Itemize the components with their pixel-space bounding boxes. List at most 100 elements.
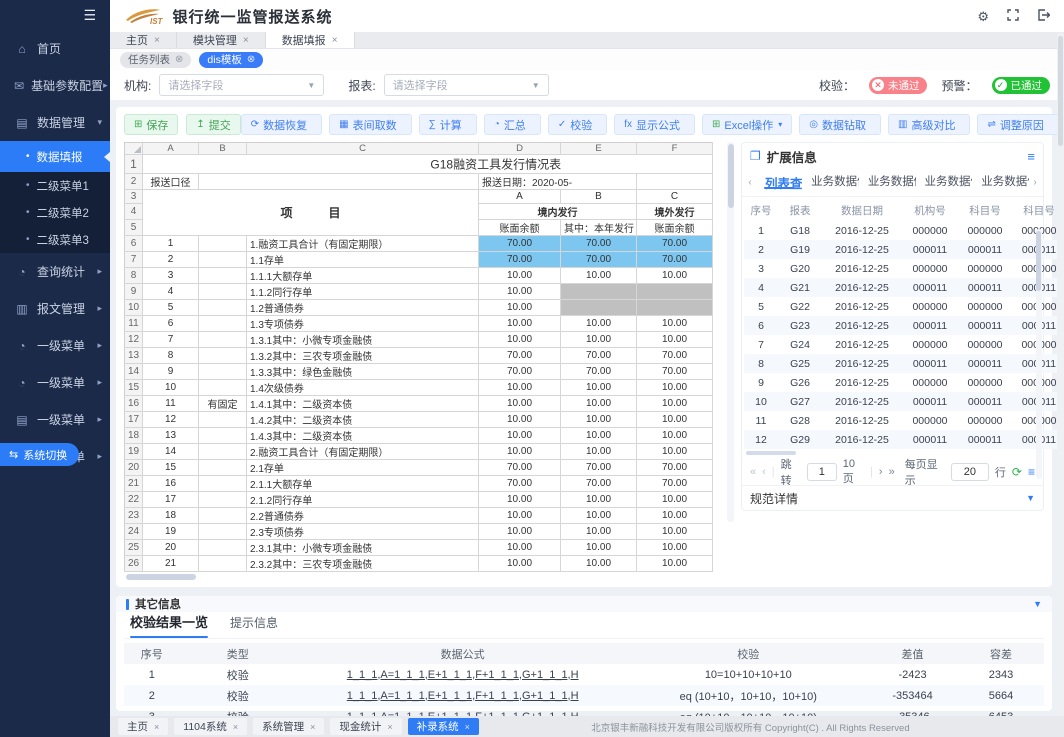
item-label-cell[interactable]: 2.2普通债券 [247, 508, 479, 524]
value-cell[interactable]: 10.00 [479, 444, 561, 460]
sheet-row-number[interactable]: 15 [125, 380, 143, 396]
seq-cell[interactable]: 6 [143, 316, 199, 332]
item-label-cell[interactable]: 2.1.1大额存单 [247, 476, 479, 492]
column-settings-icon[interactable]: ≡ [1028, 465, 1035, 479]
seq-cell[interactable]: 5 [143, 300, 199, 316]
value-cell[interactable]: 10.00 [561, 556, 637, 572]
group-cell[interactable] [199, 556, 247, 572]
toolbar-button[interactable]: ↥ 提交 [186, 114, 240, 135]
value-cell[interactable]: 70.00 [479, 476, 561, 492]
value-cell[interactable] [561, 284, 637, 300]
item-label-cell[interactable]: 1.4.1其中：二级资本债 [247, 396, 479, 412]
group-cell[interactable] [199, 460, 247, 476]
sheet-row-number[interactable]: 5 [125, 220, 143, 236]
page-scrollbar[interactable] [1057, 33, 1064, 715]
item-label-cell[interactable]: 2.3专项债券 [247, 524, 479, 540]
sidebar-item[interactable]: ▤ 数据管理 ▾ [0, 104, 110, 141]
window-tab[interactable]: 主页 × [110, 32, 177, 48]
close-icon[interactable]: × [387, 722, 392, 732]
sidebar-subitem[interactable]: • 数据填报 [0, 141, 110, 172]
sheet-col-letter[interactable]: A [143, 143, 199, 155]
toolbar-button[interactable]: ∑ 计算 [419, 114, 477, 135]
sheet-row-number[interactable]: 17 [125, 412, 143, 428]
chevron-down-icon[interactable]: ▼ [1026, 493, 1035, 503]
system-switch-button[interactable]: ⇆ 系统切换 [0, 443, 79, 466]
panel-tab[interactable]: 业务数据修改 [859, 173, 916, 189]
toolbar-button[interactable]: ◔ 汇总 [484, 114, 541, 135]
close-icon[interactable]: × [154, 722, 159, 732]
group-cell[interactable] [199, 348, 247, 364]
report-date-cell[interactable]: 报送日期：2020-05- [479, 174, 637, 190]
sheet-col-letter[interactable]: C [247, 143, 479, 155]
seq-cell[interactable]: 12 [143, 412, 199, 428]
sheet-row-number[interactable]: 10 [125, 300, 143, 316]
chevron-left-icon[interactable]: ‹ [744, 177, 756, 188]
value-cell[interactable]: 70.00 [479, 236, 561, 252]
sidebar-item[interactable]: ▥ 报文管理 ▸ [0, 290, 110, 327]
group-cell[interactable] [199, 252, 247, 268]
seq-cell[interactable]: 2 [143, 252, 199, 268]
seq-cell[interactable]: 1 [143, 236, 199, 252]
value-cell[interactable]: 10.00 [637, 412, 713, 428]
value-cell[interactable]: 10.00 [637, 332, 713, 348]
close-icon[interactable]: × [332, 35, 338, 46]
seq-cell[interactable]: 14 [143, 444, 199, 460]
footer-tab[interactable]: 系统管理 × [253, 718, 324, 735]
item-label-cell[interactable]: 1.融资工具合计（有固定期限） [247, 236, 479, 252]
value-cell[interactable]: 70.00 [637, 476, 713, 492]
value-cell[interactable]: 10.00 [561, 508, 637, 524]
seq-cell[interactable]: 19 [143, 524, 199, 540]
toolbar-button[interactable]: ⟳ 数据恢复 [241, 114, 322, 135]
next-page-icon[interactable]: › [879, 466, 883, 478]
sheet-title-cell[interactable]: G18融资工具发行情况表 [143, 155, 713, 174]
chevron-down-icon[interactable]: ▼ [1033, 599, 1042, 609]
group-cell[interactable]: 有固定 [199, 396, 247, 412]
page-size-input[interactable] [951, 463, 989, 481]
value-cell[interactable] [637, 300, 713, 316]
value-cell[interactable]: 70.00 [637, 252, 713, 268]
sheet-row-number[interactable]: 8 [125, 268, 143, 284]
value-cell[interactable]: 10.00 [561, 444, 637, 460]
panel-table-row[interactable]: 5 G22 2016-12-25 000000 000000 000000 [744, 297, 1064, 316]
sheet-row-number[interactable]: 21 [125, 476, 143, 492]
sidebar-subitem[interactable]: • 二级菜单3 [0, 226, 110, 253]
value-cell[interactable]: 10.00 [479, 332, 561, 348]
sheet-row-number[interactable]: 14 [125, 364, 143, 380]
panel-table-row[interactable]: 12 G29 2016-12-25 000011 000011 000011 [744, 430, 1064, 449]
group-cell[interactable] [199, 444, 247, 460]
task-chip[interactable]: dis模板 ⊗ [199, 52, 263, 68]
sidebar-item[interactable]: ⌂ 首页 [0, 30, 110, 67]
close-icon[interactable]: × [243, 35, 249, 46]
item-label-cell[interactable]: 1.4.2其中：二级资本债 [247, 412, 479, 428]
value-cell[interactable]: 70.00 [561, 476, 637, 492]
item-label-cell[interactable]: 2.1.2同行存单 [247, 492, 479, 508]
footer-tab[interactable]: 补录系统 × [408, 718, 479, 735]
item-label-cell[interactable]: 2.3.1其中：小微专项金融债 [247, 540, 479, 556]
close-icon[interactable]: × [310, 722, 315, 732]
group-cell[interactable] [199, 332, 247, 348]
item-label-cell[interactable]: 1.3.1其中：小微专项金融债 [247, 332, 479, 348]
value-cell[interactable]: 10.00 [479, 268, 561, 284]
overseas-header-cell[interactable]: 境外发行 [637, 204, 713, 220]
panel-table-row[interactable]: 8 G25 2016-12-25 000011 000011 000011 [744, 354, 1064, 373]
col-code-cell[interactable]: A [479, 190, 561, 204]
subheader-cell[interactable]: 账面余额 [479, 220, 561, 236]
value-cell[interactable] [561, 300, 637, 316]
subheader-cell[interactable]: 账面余额 [637, 220, 713, 236]
seq-cell[interactable]: 18 [143, 508, 199, 524]
close-icon[interactable]: ⊗ [175, 54, 183, 65]
col-code-cell[interactable]: B [561, 190, 637, 204]
value-cell[interactable]: 10.00 [479, 540, 561, 556]
toolbar-button[interactable]: ✓ 校验 [548, 114, 607, 135]
sheet-corner-cell[interactable] [125, 143, 143, 155]
last-page-icon[interactable]: » [889, 466, 895, 478]
result-tab[interactable]: 校验结果一览 [130, 612, 208, 638]
subheader-cell[interactable]: 其中：本年发行 [561, 220, 637, 236]
seq-cell[interactable]: 9 [143, 364, 199, 380]
sidebar-item[interactable]: ▤ 一级菜单 ▸ [0, 401, 110, 438]
value-cell[interactable]: 70.00 [479, 348, 561, 364]
sidebar-item[interactable]: ✉ 基础参数配置 ▸ [0, 67, 110, 104]
settings-gear-icon[interactable]: ⚙ [977, 10, 989, 23]
close-icon[interactable]: ⊗ [247, 54, 255, 65]
sheet-row-number[interactable]: 22 [125, 492, 143, 508]
